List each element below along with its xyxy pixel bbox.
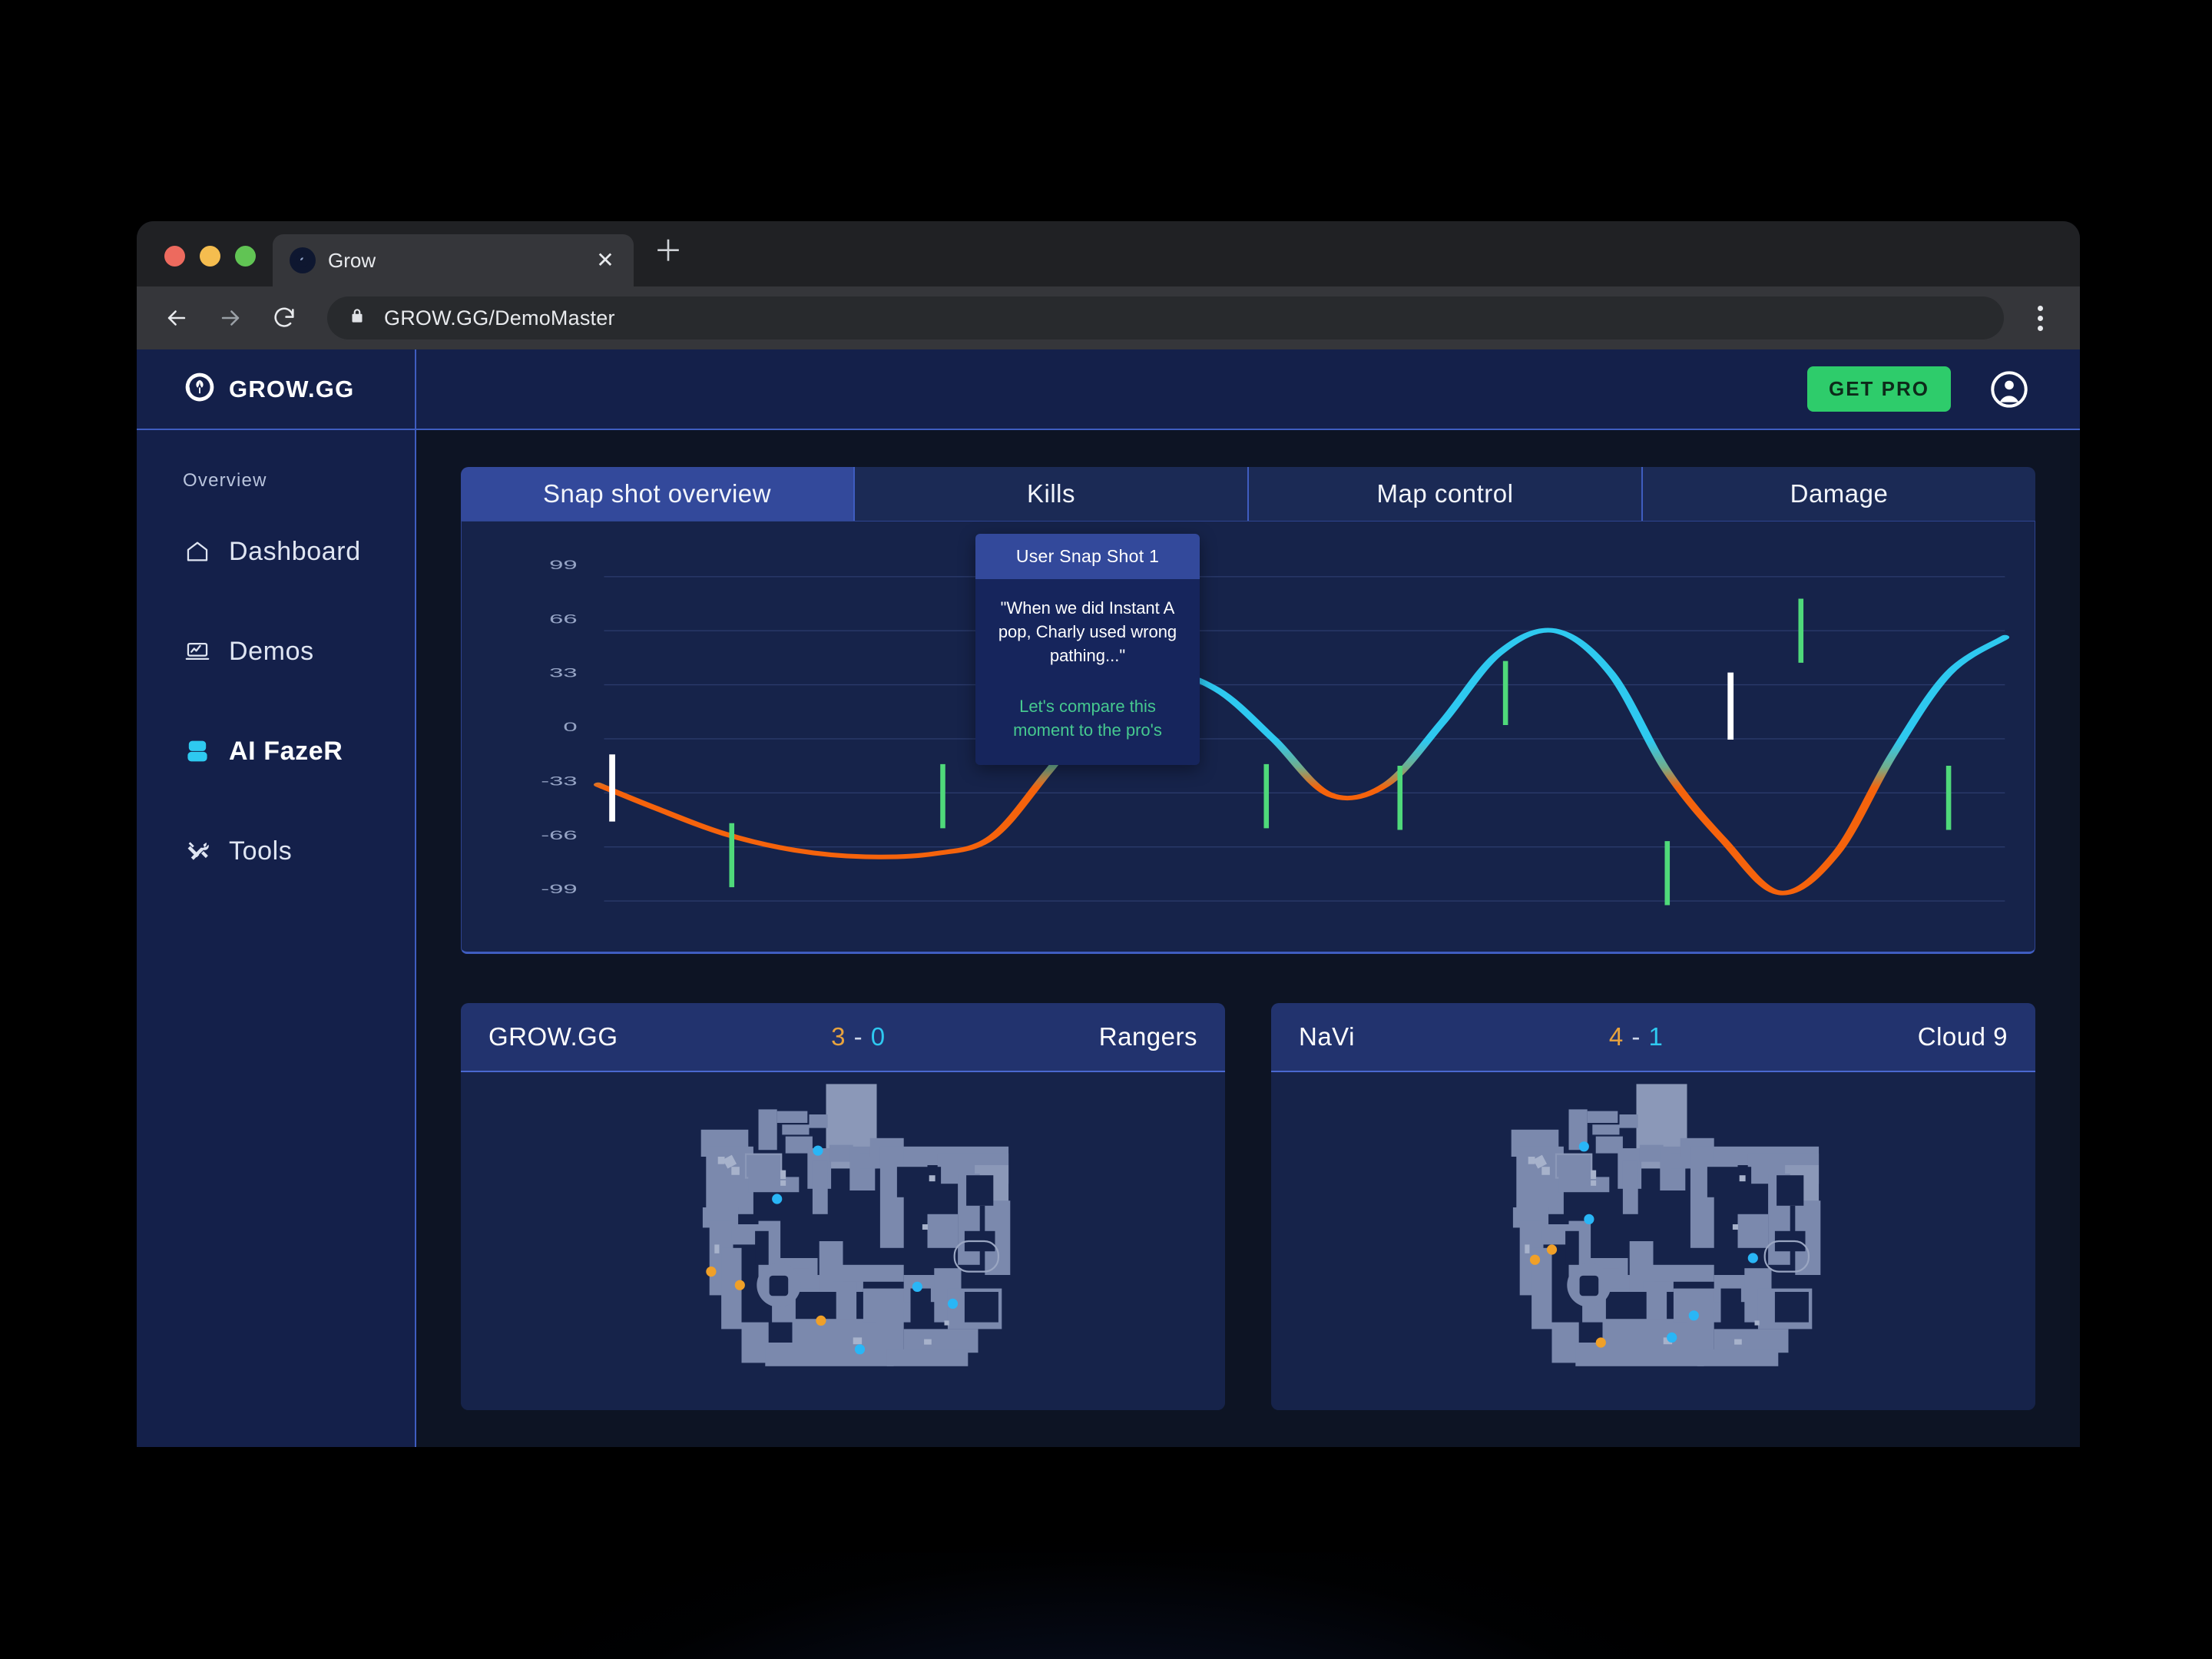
screen: Grow ✕ ＋ GROW.GG/DemoMaster GROW.GG GET … bbox=[0, 0, 2212, 1659]
brand-logo[interactable]: GROW.GG bbox=[137, 349, 416, 429]
sidebar-item-ai-fazer[interactable]: AI FazeR bbox=[137, 725, 415, 777]
app-body: Overview Dashboard Demos AI FazeR Tools … bbox=[137, 430, 2080, 1447]
main-content: Snap shot overview Kills Map control Dam… bbox=[416, 430, 2080, 1447]
grow-logo-icon bbox=[183, 370, 217, 408]
team-left-name: GROW.GG bbox=[488, 1022, 618, 1051]
match-card[interactable]: GROW.GG 3 - 0 Rangers bbox=[461, 1003, 1225, 1410]
snapshot-line-chart: 99 66 33 0 -33 -66 -99 bbox=[541, 557, 2010, 906]
robot-icon bbox=[183, 737, 212, 766]
address-bar[interactable]: GROW.GG/DemoMaster bbox=[327, 296, 2004, 339]
match-score: 4 - 1 bbox=[1355, 1022, 1918, 1051]
minimap-icon[interactable] bbox=[1271, 1072, 2035, 1410]
snapshot-chart-panel: 99 66 33 0 -33 -66 -99 User Snap Shot 1 "When … bbox=[461, 521, 2035, 954]
match-cards: GROW.GG 3 - 0 Rangers NaVi 4 - 1 Cloud 9 bbox=[461, 1003, 2035, 1410]
match-score: 3 - 0 bbox=[618, 1022, 1099, 1051]
team-right-name: Cloud 9 bbox=[1917, 1022, 2008, 1051]
favicon-icon bbox=[290, 247, 316, 273]
tab-damage[interactable]: Damage bbox=[1643, 467, 2035, 521]
sidebar-item-label: Dashboard bbox=[229, 536, 361, 566]
svg-text:33: 33 bbox=[549, 665, 578, 680]
address-bar-url: GROW.GG/DemoMaster bbox=[384, 306, 615, 329]
close-window-button[interactable] bbox=[164, 246, 185, 267]
brand-name: GROW.GG bbox=[229, 375, 355, 402]
tooltip-body: "When we did Instant A pop, Charly used … bbox=[975, 579, 1200, 766]
svg-text:0: 0 bbox=[563, 720, 577, 734]
team-right-name: Rangers bbox=[1098, 1022, 1197, 1051]
kebab-menu-icon[interactable] bbox=[2024, 305, 2057, 331]
tooltip-quote: "When we did Instant A pop, Charly used … bbox=[998, 598, 1177, 666]
match-card[interactable]: NaVi 4 - 1 Cloud 9 bbox=[1271, 1003, 2035, 1410]
score-right: 0 bbox=[870, 1022, 886, 1051]
tools-icon bbox=[183, 836, 212, 866]
header-actions: GET PRO bbox=[416, 366, 2080, 412]
browser-tab-title: Grow bbox=[328, 248, 376, 272]
new-tab-button[interactable]: ＋ bbox=[654, 237, 683, 267]
minimap-icon[interactable] bbox=[461, 1072, 1225, 1410]
lock-icon bbox=[347, 306, 367, 330]
score-right: 1 bbox=[1648, 1022, 1664, 1051]
svg-text:99: 99 bbox=[549, 557, 578, 571]
account-circle-icon[interactable] bbox=[1988, 368, 2031, 411]
svg-text:-33: -33 bbox=[541, 773, 577, 788]
tooltip-title: User Snap Shot 1 bbox=[975, 534, 1200, 579]
sidebar-item-demos[interactable]: Demos bbox=[137, 625, 415, 677]
sidebar: Overview Dashboard Demos AI FazeR Tools bbox=[137, 430, 416, 1447]
sidebar-section-label: Overview bbox=[183, 470, 267, 491]
monitor-chart-icon bbox=[183, 637, 212, 666]
app-root: GROW.GG GET PRO Overview Dashboard Demos… bbox=[137, 349, 2080, 1447]
svg-text:-66: -66 bbox=[541, 827, 577, 842]
team-left-name: NaVi bbox=[1299, 1022, 1355, 1051]
tab-kills[interactable]: Kills bbox=[855, 467, 1249, 521]
get-pro-button[interactable]: GET PRO bbox=[1806, 366, 1951, 412]
home-icon bbox=[183, 537, 212, 566]
browser-toolbar: GROW.GG/DemoMaster bbox=[137, 286, 2080, 349]
minimize-window-button[interactable] bbox=[200, 246, 220, 267]
window-controls bbox=[137, 246, 256, 286]
sidebar-item-tools[interactable]: Tools bbox=[137, 825, 415, 877]
match-card-header: GROW.GG 3 - 0 Rangers bbox=[461, 1003, 1225, 1072]
browser-window: Grow ✕ ＋ GROW.GG/DemoMaster GROW.GG GET … bbox=[137, 221, 2080, 1447]
score-dash: - bbox=[1631, 1022, 1641, 1051]
snapshot-tooltip: User Snap Shot 1 "When we did Instant A … bbox=[975, 534, 1200, 766]
match-card-header: NaVi 4 - 1 Cloud 9 bbox=[1271, 1003, 2035, 1072]
score-left: 4 bbox=[1608, 1022, 1624, 1051]
close-icon[interactable]: ✕ bbox=[594, 250, 617, 271]
score-left: 3 bbox=[831, 1022, 846, 1051]
tab-map-control[interactable]: Map control bbox=[1249, 467, 1643, 521]
sidebar-item-label: Demos bbox=[229, 636, 314, 666]
view-tabs: Snap shot overview Kills Map control Dam… bbox=[461, 467, 2035, 521]
forward-arrow-icon[interactable] bbox=[214, 301, 247, 335]
browser-tab[interactable]: Grow ✕ bbox=[273, 234, 634, 286]
svg-text:-99: -99 bbox=[541, 882, 577, 896]
tab-snapshot-overview[interactable]: Snap shot overview bbox=[461, 467, 855, 521]
back-arrow-icon[interactable] bbox=[160, 301, 194, 335]
app-header: GROW.GG GET PRO bbox=[137, 349, 2080, 430]
score-dash: - bbox=[853, 1022, 863, 1051]
reload-icon[interactable] bbox=[267, 301, 301, 335]
sidebar-item-label: AI FazeR bbox=[229, 736, 343, 766]
browser-tabstrip: Grow ✕ ＋ bbox=[137, 221, 2080, 286]
tooltip-cta[interactable]: Let's compare this moment to the pro's bbox=[992, 694, 1183, 742]
maximize-window-button[interactable] bbox=[235, 246, 256, 267]
sidebar-item-dashboard[interactable]: Dashboard bbox=[137, 525, 415, 578]
sidebar-item-label: Tools bbox=[229, 836, 293, 866]
svg-text:66: 66 bbox=[549, 611, 578, 626]
